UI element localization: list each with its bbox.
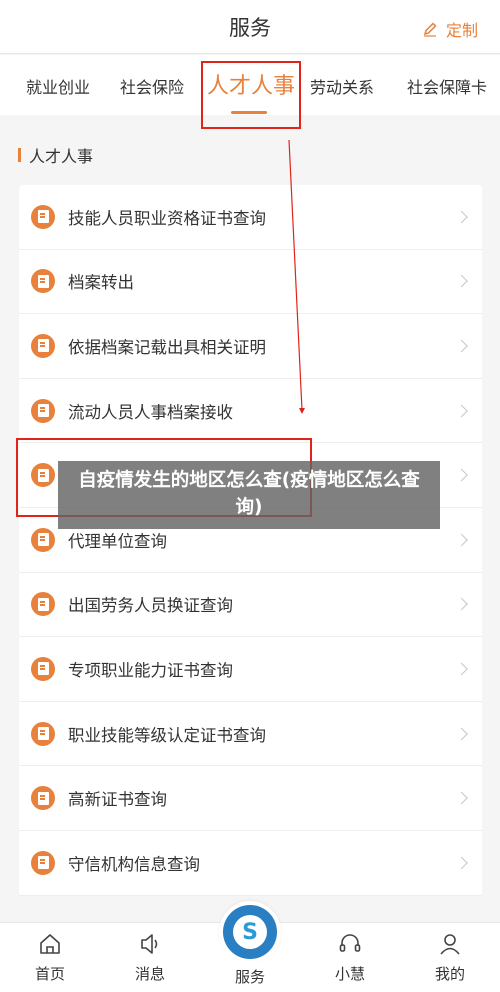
list-item[interactable]: 流动人员人事档案接收	[19, 379, 482, 444]
chevron-right-icon	[455, 275, 468, 288]
annotation-box-tab	[201, 61, 301, 129]
briefcase-icon	[31, 850, 55, 875]
document-icon	[31, 269, 55, 294]
home-icon	[40, 934, 60, 954]
service-list: 技能人员职业资格证书查询 档案转出 依据档案记载出具相关证明 流动人员人事档案接…	[19, 185, 482, 896]
pencil-icon	[423, 22, 437, 37]
top-header: 服务 定制	[0, 0, 500, 54]
chevron-right-icon	[455, 339, 468, 353]
chevron-right-icon	[455, 533, 468, 547]
bottom-navigation: 首页 消息 S 服务 小慧 我的	[0, 901, 500, 992]
headset-icon	[339, 934, 361, 952]
nav-messages[interactable]: 消息	[120, 931, 180, 984]
document-icon	[31, 656, 55, 681]
list-item-label: 职业技能等级认定证书查询	[68, 725, 266, 745]
list-item[interactable]: 职业技能等级认定证书查询	[19, 702, 482, 767]
list-item-label: 高新证书查询	[68, 790, 167, 810]
nav-assistant[interactable]: 小慧	[320, 931, 380, 984]
chevron-right-icon	[455, 727, 468, 740]
list-item-label: 技能人员职业资格证书查询	[68, 208, 266, 228]
nav-profile[interactable]: 我的	[420, 931, 480, 984]
chevron-right-icon	[455, 791, 468, 805]
nav-home[interactable]: 首页	[20, 931, 80, 984]
list-item-label: 档案转出	[68, 273, 134, 293]
service-logo-icon: S	[223, 905, 277, 959]
nav-messages-label: 消息	[134, 965, 165, 983]
chevron-right-icon	[455, 404, 468, 417]
list-item-label: 出国劳务人员换证查询	[68, 596, 233, 616]
document-icon	[31, 333, 55, 358]
document-icon	[31, 592, 55, 617]
chevron-right-icon	[455, 468, 468, 482]
tab-labor-relations[interactable]: 劳动关系	[310, 74, 374, 98]
list-item[interactable]: 守信机构信息查询	[19, 831, 482, 896]
list-item[interactable]: 出国劳务人员换证查询	[19, 573, 482, 638]
section-accent-bar	[18, 148, 21, 162]
nav-service-logo[interactable]: S	[219, 901, 281, 963]
document-icon	[31, 721, 55, 746]
document-icon	[31, 398, 55, 423]
list-item[interactable]: 专项职业能力证书查询	[19, 637, 482, 702]
chevron-right-icon	[455, 210, 468, 224]
chevron-right-icon	[455, 597, 468, 611]
chevron-right-icon	[455, 662, 468, 676]
list-item-label: 守信机构信息查询	[68, 854, 200, 874]
list-item[interactable]: 高新证书查询	[19, 766, 482, 831]
list-item-label: 代理单位查询	[68, 531, 167, 551]
list-item[interactable]: 档案转出	[19, 250, 482, 315]
tab-social-insurance[interactable]: 社会保险	[120, 74, 184, 98]
user-icon	[440, 934, 460, 955]
nav-profile-label: 我的	[434, 965, 465, 983]
list-item-label: 流动人员人事档案接收	[68, 402, 233, 422]
tab-employment[interactable]: 就业创业	[26, 74, 90, 98]
document-icon	[31, 204, 55, 229]
list-item-label: 专项职业能力证书查询	[68, 660, 233, 680]
tab-social-security-card[interactable]: 社会保障卡	[407, 74, 487, 98]
document-icon	[31, 786, 55, 811]
speaker-icon	[141, 934, 158, 954]
customize-button[interactable]: 定制	[422, 17, 478, 41]
list-item-label: 依据档案记载出具相关证明	[68, 337, 266, 357]
watermark-overlay: 自疫情发生的地区怎么查(疫情地区怎么查询)	[58, 461, 440, 529]
chevron-right-icon	[455, 856, 468, 870]
list-item[interactable]: 技能人员职业资格证书查询	[19, 185, 482, 250]
list-item[interactable]: 依据档案记载出具相关证明	[19, 314, 482, 379]
section-title: 人才人事	[29, 147, 94, 166]
document-icon	[31, 527, 55, 552]
nav-assistant-label: 小慧	[334, 965, 365, 983]
nav-service-label[interactable]: 服务	[219, 966, 281, 987]
nav-home-label: 首页	[34, 965, 65, 983]
section-heading: 人才人事	[18, 143, 93, 167]
customize-label: 定制	[445, 21, 478, 40]
